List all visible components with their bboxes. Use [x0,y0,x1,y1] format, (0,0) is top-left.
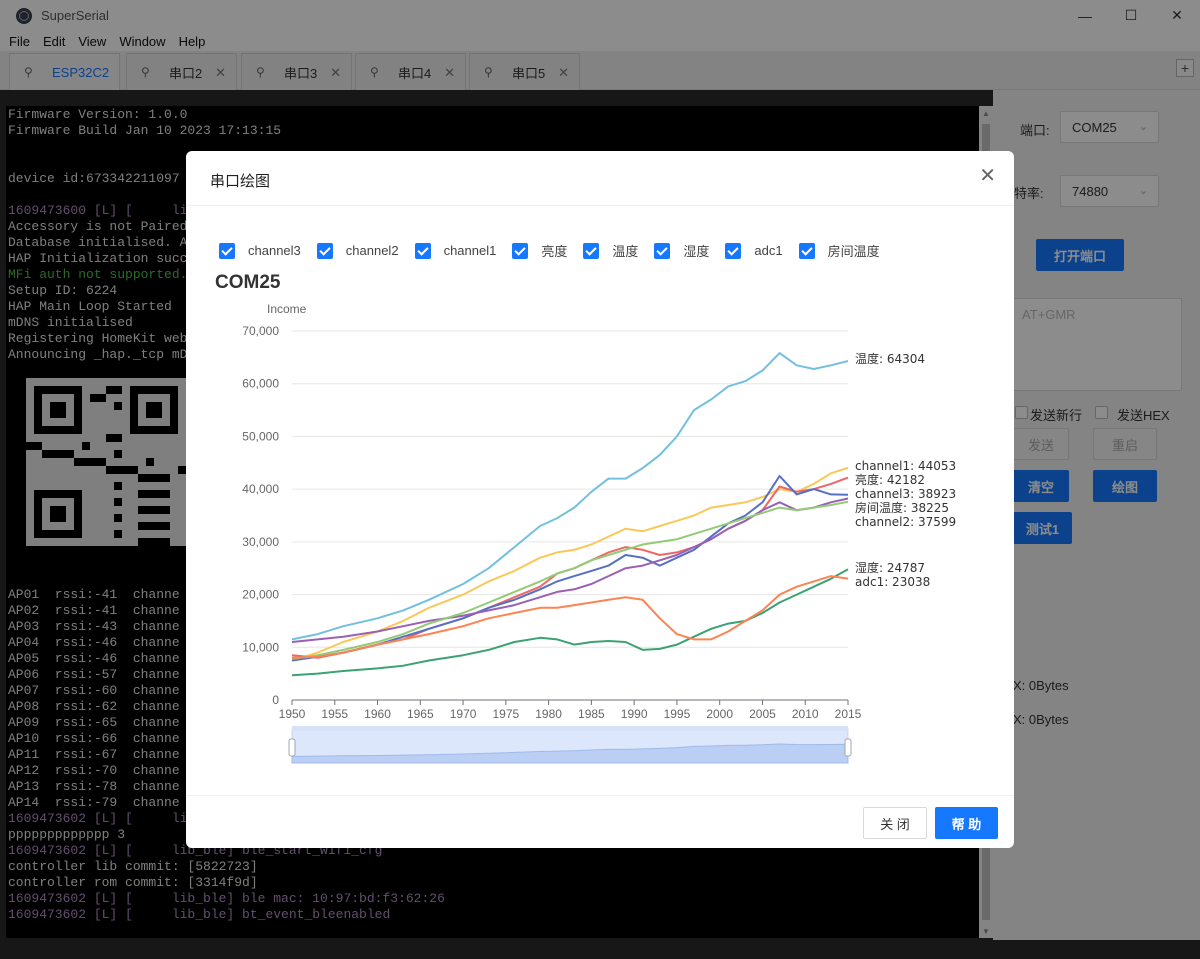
series-end-label: 温度: 64304 [855,351,925,366]
datazoom-move-bar [292,726,848,731]
y-tick-label: 30,000 [242,535,279,549]
series-end-label: 房间温度: 38225 [855,500,949,515]
x-tick-label: 2005 [749,707,776,721]
x-tick-label: 1985 [578,707,605,721]
x-tick-label: 1960 [364,707,391,721]
x-tick-label: 1965 [407,707,434,721]
y-tick-label: 10,000 [242,640,279,654]
series-end-label: adc1: 23038 [855,575,930,589]
datazoom-selection [292,729,848,763]
y-tick-label: 0 [272,693,279,707]
series-end-label: 亮度: 42182 [855,472,925,487]
dialog-footer: 关 闭 帮 助 [186,795,1014,848]
y-tick-label: 50,000 [242,429,279,443]
y-tick-label: 60,000 [242,377,279,391]
series-line-亮度 [291,476,849,659]
y-axis-label: Income [267,302,307,316]
y-tick-label: 20,000 [242,588,279,602]
x-tick-label: 1955 [321,707,348,721]
plot-dialog: 串口绘图 ✕ channel3 channel2 channel1 亮度 温度 … [186,151,1014,848]
series-end-label: 湿度: 24787 [855,560,925,575]
x-tick-label: 1950 [279,707,306,721]
x-tick-label: 1995 [664,707,691,721]
x-tick-label: 2010 [792,707,819,721]
datazoom-right-handle [844,738,852,757]
series-end-label: channel1: 44053 [855,459,956,473]
close-button[interactable]: 关 闭 [863,807,927,839]
series-end-label: channel2: 37599 [855,515,956,529]
x-tick-label: 1980 [535,707,562,721]
series-line-湿度 [291,568,849,677]
y-tick-label: 40,000 [242,482,279,496]
series-line-channel2 [291,500,849,660]
help-button[interactable]: 帮 助 [935,807,998,839]
series-end-label: channel3: 38923 [855,487,956,501]
x-tick-label: 1970 [450,707,477,721]
series-line-adc1 [291,575,849,659]
x-tick-label: 2000 [706,707,733,721]
y-tick-label: 70,000 [242,324,279,338]
x-tick-label: 2015 [835,707,862,721]
line-chart: Income 0 10,000 20,000 30,000 40,000 50,000 60,… [242,302,956,764]
datazoom-left-handle [288,738,296,757]
x-tick-label: 1990 [621,707,648,721]
x-tick-label: 1975 [492,707,519,721]
